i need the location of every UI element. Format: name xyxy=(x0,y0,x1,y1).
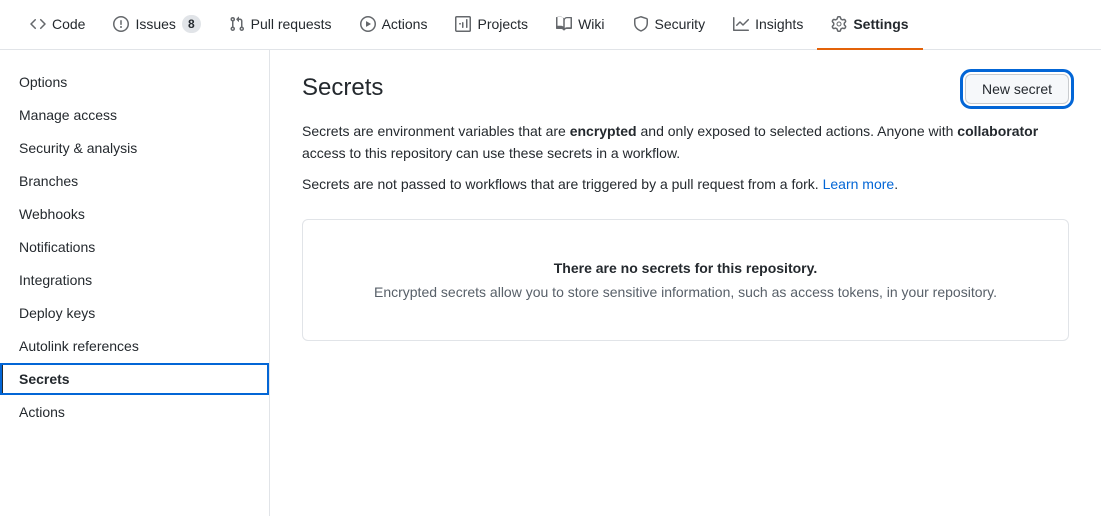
nav-item-wiki[interactable]: Wiki xyxy=(542,0,618,50)
desc1-after: access to this repository can use these … xyxy=(302,145,680,161)
projects-icon xyxy=(455,16,471,32)
sidebar-item-actions[interactable]: Actions xyxy=(0,396,269,428)
page-title: Secrets xyxy=(302,74,383,102)
nav-label-security: Security xyxy=(655,16,706,32)
security-nav-icon xyxy=(633,16,649,32)
nav-label-pull-requests: Pull requests xyxy=(251,16,332,32)
sidebar-item-security-analysis[interactable]: Security & analysis xyxy=(0,132,269,164)
new-secret-button[interactable]: New secret xyxy=(965,74,1069,104)
layout: Options Manage access Security & analysi… xyxy=(0,50,1101,516)
nav-item-pull-requests[interactable]: Pull requests xyxy=(215,0,346,50)
nav-item-security[interactable]: Security xyxy=(619,0,720,50)
nav-label-actions: Actions xyxy=(382,16,428,32)
top-nav: Code Issues 8 Pull requests Actions Proj… xyxy=(0,0,1101,50)
sidebar: Options Manage access Security & analysi… xyxy=(0,50,270,516)
desc2-after: . xyxy=(894,176,898,192)
sidebar-item-notifications[interactable]: Notifications xyxy=(0,231,269,263)
main-content: Secrets New secret Secrets are environme… xyxy=(270,50,1101,516)
desc1-before: Secrets are environment variables that a… xyxy=(302,123,570,139)
sidebar-item-integrations[interactable]: Integrations xyxy=(0,264,269,296)
nav-label-issues: Issues xyxy=(135,16,175,32)
sidebar-item-options[interactable]: Options xyxy=(0,66,269,98)
desc1-middle: and only exposed to selected actions. An… xyxy=(637,123,958,139)
page-header: Secrets New secret xyxy=(302,74,1069,104)
nav-label-settings: Settings xyxy=(853,16,908,32)
sidebar-item-secrets[interactable]: Secrets xyxy=(0,363,269,395)
empty-state: There are no secrets for this repository… xyxy=(302,219,1069,341)
insights-icon xyxy=(733,16,749,32)
issues-badge: 8 xyxy=(182,15,201,33)
empty-state-desc: Encrypted secrets allow you to store sen… xyxy=(327,284,1044,300)
settings-nav-icon xyxy=(831,16,847,32)
sidebar-item-branches[interactable]: Branches xyxy=(0,165,269,197)
actions-nav-icon xyxy=(360,16,376,32)
issue-icon xyxy=(113,16,129,32)
nav-label-insights: Insights xyxy=(755,16,803,32)
nav-item-issues[interactable]: Issues 8 xyxy=(99,0,214,50)
sidebar-item-webhooks[interactable]: Webhooks xyxy=(0,198,269,230)
desc2-before: Secrets are not passed to workflows that… xyxy=(302,176,823,192)
code-icon xyxy=(30,16,46,32)
sidebar-item-autolink-references[interactable]: Autolink references xyxy=(0,330,269,362)
nav-item-code[interactable]: Code xyxy=(16,0,99,50)
nav-label-wiki: Wiki xyxy=(578,16,604,32)
wiki-icon xyxy=(556,16,572,32)
nav-item-settings[interactable]: Settings xyxy=(817,0,922,50)
sidebar-item-manage-access[interactable]: Manage access xyxy=(0,99,269,131)
nav-label-code: Code xyxy=(52,16,85,32)
empty-state-title: There are no secrets for this repository… xyxy=(327,260,1044,276)
pull-request-icon xyxy=(229,16,245,32)
description-line1: Secrets are environment variables that a… xyxy=(302,120,1069,165)
learn-more-link[interactable]: Learn more xyxy=(823,176,895,192)
desc1-bold2: collaborator xyxy=(957,123,1038,139)
nav-item-insights[interactable]: Insights xyxy=(719,0,817,50)
nav-label-projects: Projects xyxy=(477,16,528,32)
nav-item-actions[interactable]: Actions xyxy=(346,0,442,50)
sidebar-item-deploy-keys[interactable]: Deploy keys xyxy=(0,297,269,329)
desc1-bold1: encrypted xyxy=(570,123,637,139)
nav-item-projects[interactable]: Projects xyxy=(441,0,542,50)
description-line2: Secrets are not passed to workflows that… xyxy=(302,173,1069,195)
